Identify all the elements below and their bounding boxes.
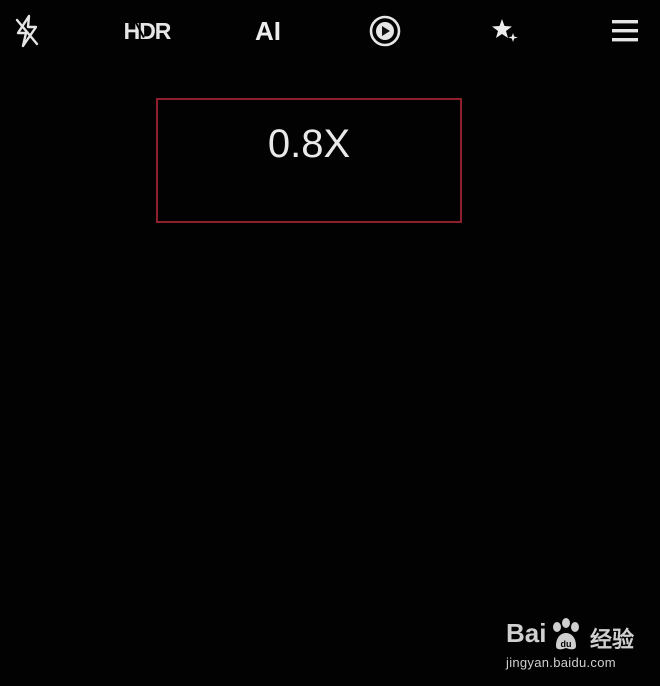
live-photo-icon — [369, 15, 401, 47]
zoom-level-highlight: 0.8X — [156, 98, 462, 223]
live-photo-button[interactable] — [364, 12, 406, 50]
baidu-jingyan-watermark: Bai du 经验 jingyan.baidu.com — [502, 618, 652, 676]
baidu-paw-icon: du — [553, 618, 579, 650]
hdr-toggle-button[interactable]: HDR — [112, 12, 182, 50]
beauty-filter-button[interactable] — [484, 12, 526, 50]
camera-top-bar: HDR AI — [0, 0, 660, 62]
hdr-label: HDR — [123, 17, 172, 44]
flash-toggle-button[interactable] — [8, 12, 46, 50]
menu-icon — [612, 20, 638, 42]
svg-text:du: du — [561, 639, 572, 649]
ai-label: AI — [255, 15, 281, 46]
settings-menu-button[interactable] — [604, 12, 646, 50]
ai-mode-button[interactable]: AI — [244, 12, 292, 50]
watermark-jingyan: 经验 — [590, 628, 635, 653]
watermark-url: jingyan.baidu.com — [506, 655, 616, 670]
watermark-brand: Bai — [506, 618, 547, 648]
flash-off-icon — [15, 14, 39, 48]
beauty-filter-icon — [492, 19, 518, 42]
zoom-level-button[interactable]: 0.8X — [158, 122, 460, 167]
